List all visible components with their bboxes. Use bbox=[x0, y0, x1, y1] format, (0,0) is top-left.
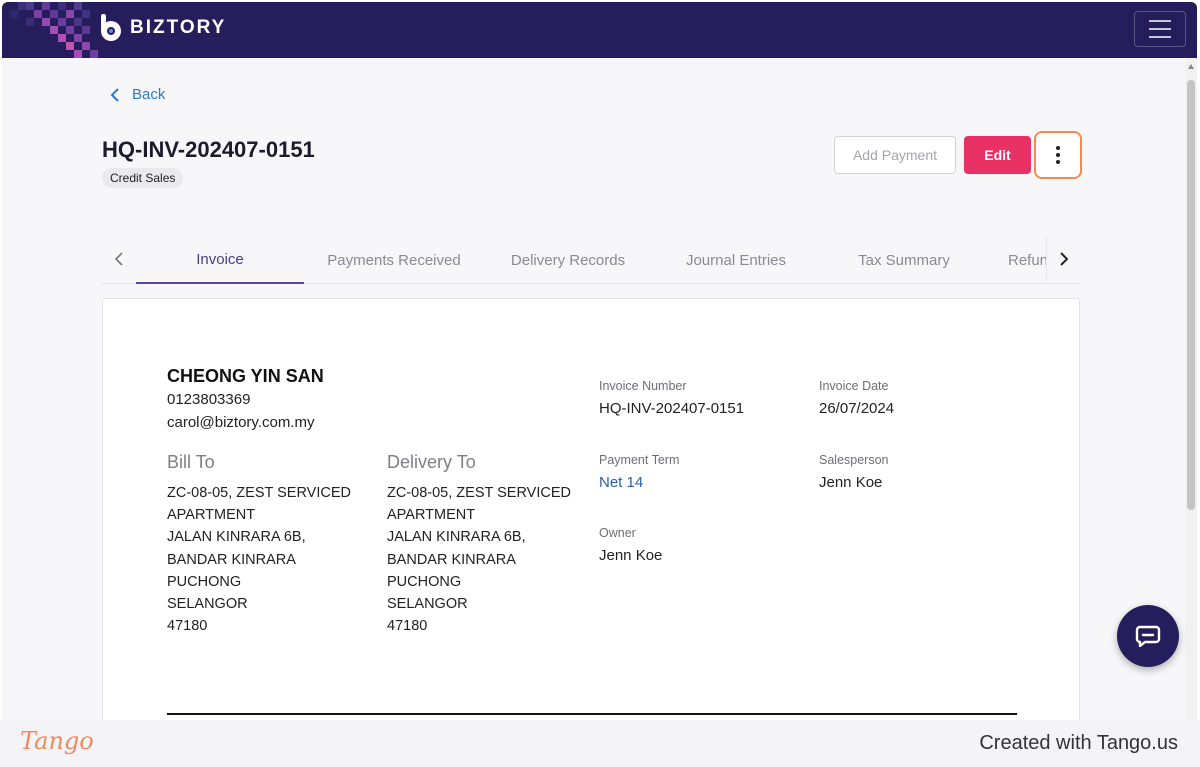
tab-strip: Invoice Payments Received Delivery Recor… bbox=[136, 236, 1046, 284]
address-line: SELANGOR bbox=[167, 596, 248, 613]
address-line: SELANGOR bbox=[387, 596, 468, 613]
address-line: ZC-08-05, ZEST SERVICED bbox=[167, 485, 351, 501]
bill-to-heading: Bill To bbox=[167, 452, 215, 472]
scroll-up-icon[interactable] bbox=[1188, 64, 1194, 69]
invoice-date-label: Invoice Date bbox=[819, 379, 889, 393]
address-line: JALAN KINRARA 6B, bbox=[167, 529, 306, 546]
tab-invoice[interactable]: Invoice bbox=[136, 236, 304, 284]
bill-to-address: ZC-08-05, ZEST SERVICED APARTMENT JALAN … bbox=[167, 482, 351, 637]
customer-phone: 0123803369 bbox=[167, 391, 251, 408]
chevron-right-icon bbox=[1059, 252, 1068, 266]
tab-tax-summary[interactable]: Tax Summary bbox=[820, 236, 988, 284]
hamburger-icon[interactable] bbox=[1134, 11, 1186, 47]
invoice-document: CHEONG YIN SAN 0123803369 carol@biztory.… bbox=[102, 298, 1080, 720]
tab-bar: Invoice Payments Received Delivery Recor… bbox=[102, 236, 1080, 284]
tango-logo: Tango bbox=[20, 727, 94, 755]
tab-refunds[interactable]: Refunds bbox=[1008, 236, 1046, 284]
address-line: PUCHONG bbox=[167, 573, 242, 590]
address-line: BANDAR KINRARA bbox=[387, 551, 516, 568]
page-scrollbar[interactable] bbox=[1185, 58, 1197, 720]
biztory-logo-icon bbox=[98, 14, 124, 42]
salesperson-value: Jenn Koe bbox=[819, 474, 883, 491]
delivery-to-heading: Delivery To bbox=[387, 452, 476, 472]
biztory-logo[interactable]: BIZTORY bbox=[98, 14, 226, 42]
address-line: APARTMENT bbox=[387, 507, 476, 524]
delivery-to-address: ZC-08-05, ZEST SERVICED APARTMENT JALAN … bbox=[387, 482, 571, 637]
address-line: 47180 bbox=[167, 618, 208, 635]
app-window: BIZTORY Back HQ-INV-202407-0151 Credit S… bbox=[2, 2, 1197, 720]
payment-term-link[interactable]: Net 14 bbox=[599, 474, 643, 491]
tango-credit: Created with Tango.us bbox=[979, 732, 1178, 754]
chevron-left-icon bbox=[115, 252, 123, 266]
tab-scroll-left-button[interactable] bbox=[102, 236, 136, 282]
top-navbar: BIZTORY bbox=[2, 2, 1197, 58]
customer-email: carol@biztory.com.my bbox=[167, 414, 315, 431]
section-divider bbox=[167, 713, 1017, 715]
owner-label: Owner bbox=[599, 526, 636, 540]
chat-launcher-button[interactable] bbox=[1117, 605, 1179, 667]
invoice-number-value: HQ-INV-202407-0151 bbox=[599, 400, 745, 417]
tab-delivery-records[interactable]: Delivery Records bbox=[484, 236, 652, 284]
brand-name: BIZTORY bbox=[130, 17, 227, 38]
address-line: BANDAR KINRARA bbox=[167, 551, 296, 568]
chat-icon bbox=[1135, 625, 1161, 647]
salesperson-label: Salesperson bbox=[819, 453, 889, 467]
add-payment-button[interactable]: Add Payment bbox=[834, 136, 956, 174]
address-line: PUCHONG bbox=[387, 573, 462, 590]
document-type-badge: Credit Sales bbox=[102, 168, 184, 188]
page-title: HQ-INV-202407-0151 bbox=[102, 137, 315, 162]
address-line: ZC-08-05, ZEST SERVICED bbox=[387, 485, 571, 501]
address-line: 47180 bbox=[387, 618, 428, 635]
customer-name: CHEONG YIN SAN bbox=[167, 366, 324, 386]
invoice-date-value: 26/07/2024 bbox=[819, 400, 895, 417]
chevron-left-icon bbox=[110, 87, 119, 102]
tab-scroll-right-button[interactable] bbox=[1046, 236, 1080, 282]
payment-term-label: Payment Term bbox=[599, 453, 680, 467]
more-options-button[interactable] bbox=[1034, 131, 1082, 179]
back-link[interactable]: Back bbox=[110, 86, 165, 103]
tab-journal-entries[interactable]: Journal Entries bbox=[652, 236, 820, 284]
more-vertical-icon bbox=[1056, 146, 1060, 164]
address-line: JALAN KINRARA 6B, bbox=[387, 529, 526, 546]
edit-button[interactable]: Edit bbox=[964, 136, 1031, 174]
scrollbar-thumb[interactable] bbox=[1187, 80, 1195, 510]
owner-value: Jenn Koe bbox=[599, 547, 663, 564]
invoice-number-label: Invoice Number bbox=[599, 379, 687, 393]
back-label: Back bbox=[132, 86, 166, 103]
tab-payments-received[interactable]: Payments Received bbox=[310, 236, 478, 284]
address-line: APARTMENT bbox=[167, 507, 256, 524]
